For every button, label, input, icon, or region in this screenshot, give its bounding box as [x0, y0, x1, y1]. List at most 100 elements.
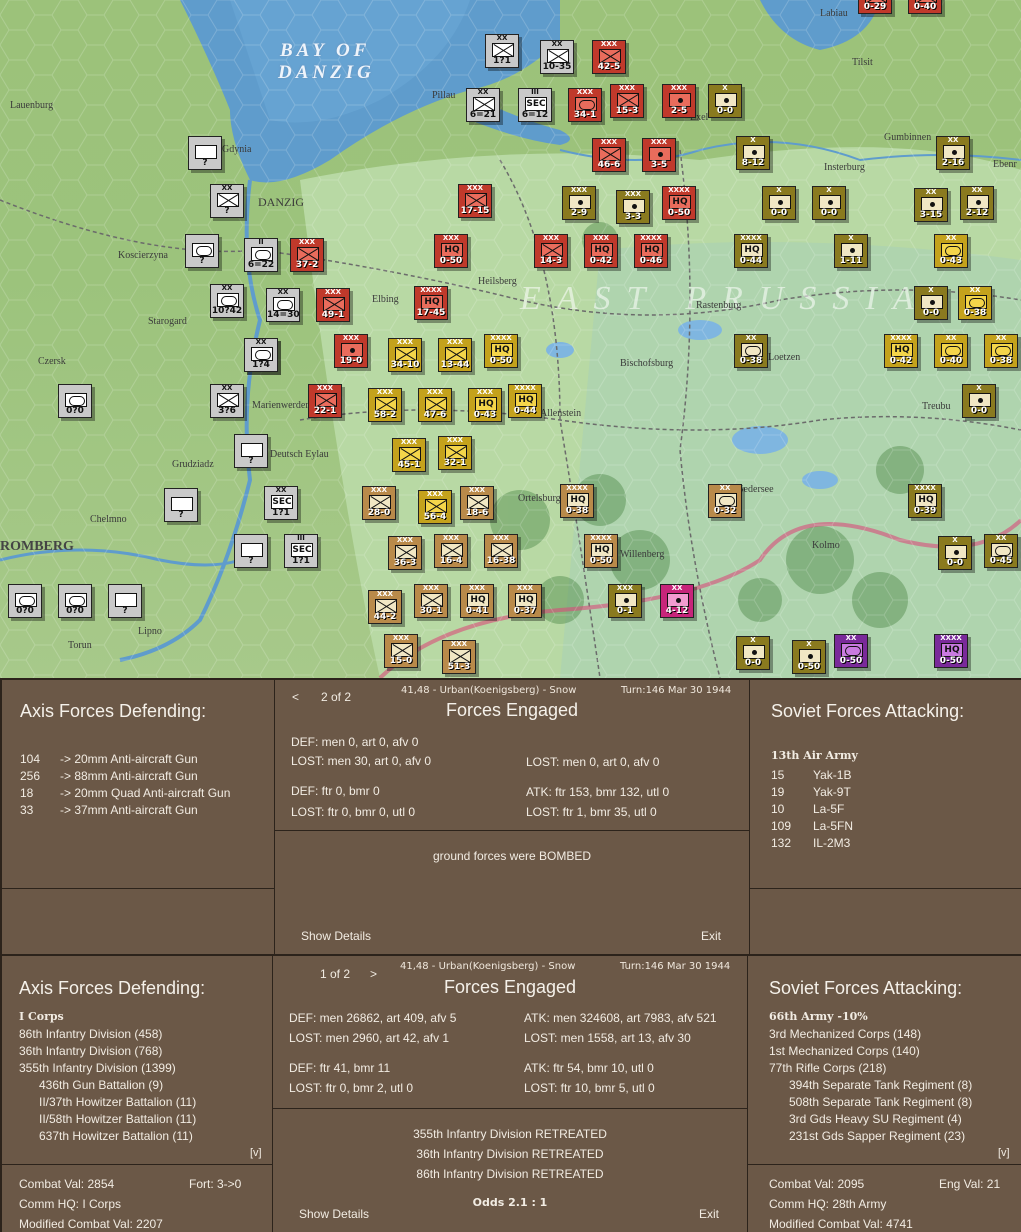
soviet-support-unit-row[interactable]: 3rd Gds Heavy SU Regiment (4): [789, 1112, 962, 1126]
unit-counter[interactable]: XXX 28-0: [362, 486, 396, 520]
unit-counter[interactable]: XXX 45-1: [388, 434, 426, 472]
exit-button[interactable]: Exit: [701, 929, 721, 943]
axis-support-unit-row[interactable]: 637th Howitzer Battalion (11): [39, 1129, 193, 1143]
unit-counter[interactable]: II 6=22: [240, 234, 278, 272]
unit-counter[interactable]: XX 3?6: [210, 384, 244, 418]
unit-counter[interactable]: XX 6=21: [462, 84, 500, 122]
unit-counter[interactable]: XXX 34-10: [384, 334, 422, 372]
unit-counter[interactable]: XX 0-50: [834, 634, 868, 668]
soviet-unit-row[interactable]: 3rd Mechanized Corps (148): [769, 1027, 921, 1041]
unit-counter[interactable]: XXX 37-2: [286, 234, 324, 272]
unit-counter[interactable]: X 0-0: [732, 632, 770, 670]
unit-counter[interactable]: X 0-0: [708, 84, 742, 118]
unit-counter[interactable]: XXX 49-1: [312, 284, 350, 322]
unit-counter[interactable]: XX 2-16: [936, 136, 970, 170]
soviet-support-unit-row[interactable]: 508th Separate Tank Regiment (8): [789, 1095, 972, 1109]
unit-counter[interactable]: XXX 13-44: [434, 334, 472, 372]
unit-counter[interactable]: XXX HQ 0-37: [508, 584, 542, 618]
unit-counter[interactable]: XXX 19-0: [334, 334, 368, 368]
unit-counter[interactable]: ?: [234, 534, 268, 568]
unit-counter[interactable]: ?: [185, 234, 219, 268]
unit-counter[interactable]: XXX 44-2: [364, 586, 402, 624]
unit-counter[interactable]: XXX 15-3: [610, 84, 644, 118]
unit-counter[interactable]: ?: [164, 488, 198, 522]
unit-counter[interactable]: XXX 46-6: [588, 134, 626, 172]
unit-counter[interactable]: X 1-11: [834, 234, 868, 268]
unit-counter[interactable]: XX 0-43: [934, 234, 968, 268]
unit-counter[interactable]: XXX 2-9: [558, 182, 596, 220]
unit-counter[interactable]: XXX 47-6: [414, 384, 452, 422]
unit-counter[interactable]: X 0-0: [914, 286, 948, 320]
unit-counter[interactable]: XXX 34-1: [564, 84, 602, 122]
unit-counter[interactable]: XXX HQ 0-41: [460, 584, 494, 618]
unit-counter[interactable]: XXX 51-3: [438, 636, 476, 674]
unit-counter[interactable]: 0?0: [58, 384, 92, 418]
unit-counter[interactable]: XX 0-40: [934, 334, 968, 368]
unit-counter[interactable]: 0-29: [858, 0, 892, 14]
unit-counter[interactable]: XX 1?1: [485, 34, 519, 68]
soviet-unit-row[interactable]: 77th Rifle Corps (218): [769, 1061, 886, 1075]
unit-counter[interactable]: XXXX HQ 0-50: [934, 634, 968, 668]
unit-counter[interactable]: XXXX HQ 0-44: [734, 234, 768, 268]
axis-support-unit-row[interactable]: II/37th Howitzer Battalion (11): [39, 1095, 196, 1109]
unit-counter[interactable]: XX 1?4: [244, 338, 278, 372]
unit-counter[interactable]: XXXX HQ 0-38: [560, 484, 594, 518]
unit-counter[interactable]: X 0-0: [962, 384, 996, 418]
unit-counter[interactable]: XX?: [210, 184, 244, 218]
unit-counter[interactable]: III SEC 6=12: [514, 84, 552, 122]
soviet-unit-row[interactable]: 1st Mechanized Corps (140): [769, 1044, 920, 1058]
soviet-support-unit-row[interactable]: 394th Separate Tank Regiment (8): [789, 1078, 972, 1092]
unit-counter[interactable]: XX 10?42: [210, 284, 244, 318]
unit-counter[interactable]: X 0-50: [788, 636, 826, 674]
game-map[interactable]: BAY OF DANZIG EAST PRUSSIA Lauenburg Gdyn…: [0, 0, 1021, 678]
unit-counter[interactable]: XX 0-38: [984, 334, 1018, 368]
unit-counter[interactable]: XX 4-12: [660, 584, 694, 618]
axis-support-unit-row[interactable]: II/58th Howitzer Battalion (11): [39, 1112, 196, 1126]
unit-counter[interactable]: XXX 16-38: [484, 534, 518, 568]
unit-counter[interactable]: XXX HQ 0-42: [584, 234, 618, 268]
unit-counter[interactable]: 0-40: [908, 0, 942, 14]
axis-unit-row[interactable]: 86th Infantry Division (458): [19, 1027, 162, 1041]
unit-counter[interactable]: XXX 42-5: [588, 36, 626, 74]
unit-counter[interactable]: XXX 3-3: [612, 186, 650, 224]
unit-counter[interactable]: XXX 17-15: [454, 180, 492, 218]
show-details-button[interactable]: Show Details: [301, 929, 371, 943]
expand-list-button[interactable]: [v]: [250, 1147, 262, 1159]
unit-counter[interactable]: XXX 14-3: [534, 234, 568, 268]
unit-counter[interactable]: 0?0: [8, 584, 42, 618]
unit-counter[interactable]: ?: [108, 584, 142, 618]
unit-counter[interactable]: X 0-0: [938, 536, 972, 570]
unit-counter[interactable]: XXXX HQ 0-46: [634, 234, 668, 268]
unit-counter[interactable]: XXX 3-5: [638, 134, 676, 172]
unit-counter[interactable]: XXX 0-1: [608, 584, 642, 618]
unit-counter[interactable]: XX 0-38: [958, 286, 992, 320]
unit-counter[interactable]: XXXX HQ 0-50: [658, 182, 696, 220]
unit-counter[interactable]: ?: [188, 136, 222, 170]
unit-counter[interactable]: XXX 30-1: [410, 580, 448, 618]
unit-counter[interactable]: XXX HQ 0-43: [464, 384, 502, 422]
unit-counter[interactable]: III SEC 1?1: [284, 534, 318, 568]
unit-counter[interactable]: XXXX HQ 0-50: [584, 534, 618, 568]
unit-counter[interactable]: XXX 22-1: [304, 380, 342, 418]
unit-counter[interactable]: XXX 36-3: [384, 532, 422, 570]
unit-counter[interactable]: XX 2-12: [960, 186, 994, 220]
unit-counter[interactable]: XXXX HQ 0-39: [908, 484, 942, 518]
unit-counter[interactable]: XX SEC 1?1: [260, 482, 298, 520]
unit-counter[interactable]: XX 0-45: [984, 534, 1018, 568]
unit-counter[interactable]: XXX 18-6: [460, 486, 494, 520]
unit-counter[interactable]: XXXX HQ 0-42: [884, 334, 918, 368]
unit-counter[interactable]: X 8-12: [736, 136, 770, 170]
unit-counter[interactable]: XXX 15-0: [384, 634, 418, 668]
show-details-button[interactable]: Show Details: [299, 1207, 369, 1221]
axis-unit-row[interactable]: 36th Infantry Division (768): [19, 1044, 162, 1058]
unit-counter[interactable]: XX 0-32: [708, 484, 742, 518]
unit-counter[interactable]: X 0-0: [812, 186, 846, 220]
unit-counter[interactable]: XXX 58-2: [364, 384, 402, 422]
unit-counter[interactable]: XXX HQ 0-50: [434, 234, 468, 268]
unit-counter[interactable]: X 0-0: [762, 186, 796, 220]
unit-counter[interactable]: XX 3-15: [910, 184, 948, 222]
expand-list-button[interactable]: [v]: [998, 1147, 1010, 1159]
axis-support-unit-row[interactable]: 436th Gun Battalion (9): [39, 1078, 163, 1092]
unit-counter[interactable]: XXX 16-4: [434, 534, 468, 568]
unit-counter[interactable]: XXXX HQ 0-44: [508, 384, 542, 418]
